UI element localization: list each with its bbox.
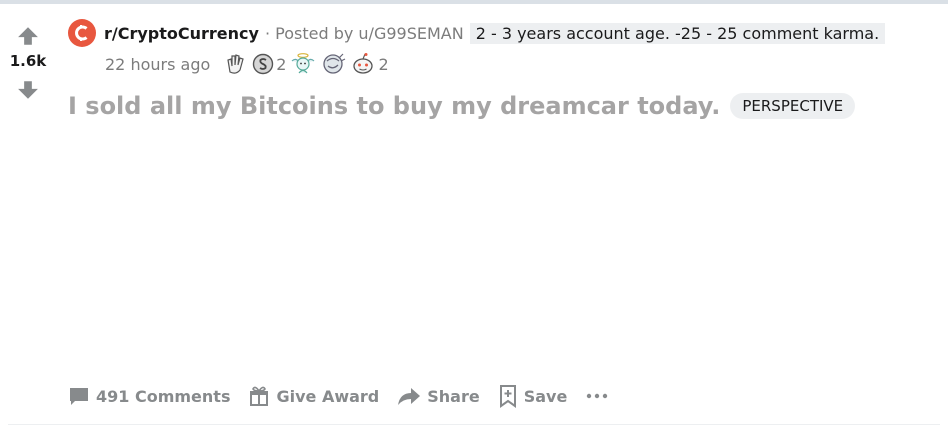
downvote-button[interactable] bbox=[13, 76, 43, 104]
vote-column: 1.6k bbox=[0, 22, 56, 104]
upvote-button[interactable] bbox=[13, 22, 43, 50]
user-flair: 2 - 3 years account age. -25 - 25 commen… bbox=[469, 22, 886, 44]
subreddit-link[interactable]: r/CryptoCurrency bbox=[104, 24, 259, 43]
clapping-hands-icon bbox=[227, 54, 244, 74]
gift-icon bbox=[250, 386, 269, 406]
arrow-up-icon bbox=[18, 27, 38, 45]
share-label: Share bbox=[427, 386, 480, 406]
mind-blown-icon bbox=[323, 53, 346, 74]
post-meta-secondary: 22 hours ago 2 2 bbox=[105, 51, 389, 77]
share-icon bbox=[398, 388, 421, 405]
vote-score: 1.6k bbox=[9, 52, 47, 70]
post-meta: r/CryptoCurrency · Posted by u/G99SEMAN … bbox=[68, 19, 886, 47]
snoo-award-icon bbox=[353, 53, 374, 74]
post-title-row: I sold all my Bitcoins to buy my dreamca… bbox=[68, 92, 856, 120]
comment-icon bbox=[70, 388, 88, 405]
post-actions: 491 Comments Give Award Share Save bbox=[68, 384, 609, 408]
award-count: 2 bbox=[276, 54, 287, 74]
award-snoo[interactable]: 2 bbox=[350, 52, 389, 76]
share-button[interactable]: Share bbox=[397, 385, 480, 407]
award-clapping[interactable] bbox=[224, 52, 248, 76]
award-mind-blown[interactable] bbox=[320, 52, 346, 76]
post-time[interactable]: 22 hours ago bbox=[105, 55, 210, 74]
silver-coin-icon bbox=[253, 53, 274, 75]
arrow-down-icon bbox=[18, 81, 38, 99]
save-label: Save bbox=[523, 386, 568, 406]
top-divider bbox=[0, 0, 948, 4]
give-award-label: Give Award bbox=[276, 386, 380, 406]
award-angel[interactable] bbox=[290, 52, 316, 76]
award-silver[interactable]: 2 bbox=[252, 53, 286, 75]
bottom-divider bbox=[8, 424, 940, 425]
bookmark-icon bbox=[499, 385, 516, 408]
comments-label: 491 Comments bbox=[96, 386, 231, 406]
save-button[interactable]: Save bbox=[498, 384, 568, 408]
award-count: 2 bbox=[378, 54, 389, 74]
post-title[interactable]: I sold all my Bitcoins to buy my dreamca… bbox=[68, 92, 720, 120]
subreddit-icon[interactable] bbox=[68, 19, 96, 47]
more-options-button[interactable] bbox=[585, 386, 609, 406]
posted-by[interactable]: · Posted by u/G99SEMAN bbox=[265, 24, 464, 43]
more-dots-icon bbox=[587, 393, 608, 399]
comments-button[interactable]: 491 Comments bbox=[68, 385, 230, 407]
angel-award-icon bbox=[292, 53, 315, 74]
post-flair[interactable]: PERSPECTIVE bbox=[730, 93, 856, 119]
give-award-button[interactable]: Give Award bbox=[248, 385, 379, 407]
